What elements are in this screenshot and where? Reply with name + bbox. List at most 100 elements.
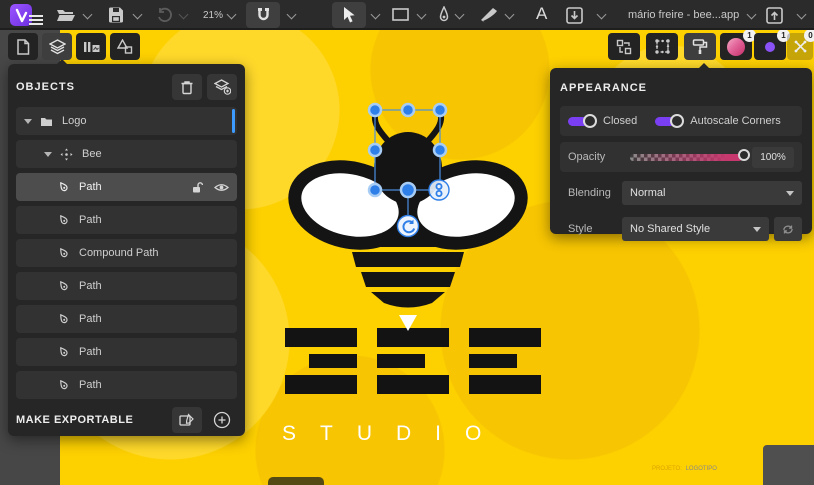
tab-pages[interactable]	[8, 33, 38, 60]
tree-row-compound-path[interactable]: Compound Path	[16, 239, 237, 267]
chevron-down-icon	[753, 227, 761, 232]
open-file-icon[interactable]	[56, 8, 76, 23]
export-icon[interactable]	[766, 7, 783, 24]
sync-style-button[interactable]	[774, 217, 802, 241]
tree-row-path[interactable]: Path	[16, 272, 237, 300]
fill-button[interactable]: 1	[720, 33, 752, 60]
blending-row: Blending Normal	[560, 178, 802, 208]
menu-icon[interactable]	[29, 13, 43, 27]
visibility-eye-icon[interactable]	[214, 182, 229, 193]
bee-stinger	[399, 315, 417, 331]
blending-label: Blending	[560, 187, 622, 199]
select-tool-chevron-icon[interactable]	[372, 11, 379, 18]
tree-row-label: Path	[79, 313, 102, 325]
objects-panel-title: OBJECTS	[16, 81, 167, 93]
document-title[interactable]: mário freire - bee...app	[628, 9, 739, 21]
tree-row-logo[interactable]: Logo	[16, 107, 237, 135]
shared-style-dropdown[interactable]: No Shared Style	[622, 217, 769, 241]
shape-tool-chevron-icon[interactable]	[418, 11, 425, 18]
opacity-slider[interactable]	[630, 154, 742, 161]
path-icon	[58, 247, 70, 260]
add-export-button[interactable]	[207, 407, 237, 433]
tab-artboards[interactable]	[76, 33, 106, 60]
autoscale-corners-toggle[interactable]	[655, 114, 684, 128]
import-chevron-icon[interactable]	[598, 11, 605, 18]
handle-mid-right[interactable]	[434, 144, 446, 156]
handle-bottom-left[interactable]	[369, 184, 381, 196]
document-chevron-icon[interactable]	[748, 11, 755, 18]
collapse-caret-icon[interactable]	[24, 119, 32, 124]
delete-object-button[interactable]	[172, 74, 202, 100]
blending-dropdown[interactable]: Normal	[622, 181, 802, 205]
closed-toggle[interactable]	[568, 114, 597, 128]
handle-top-center[interactable]	[402, 104, 414, 116]
opacity-row: Opacity 100%	[560, 142, 802, 172]
undo-chevron-icon[interactable]	[180, 11, 187, 18]
open-file-chevron-icon[interactable]	[84, 11, 91, 18]
path-icon	[58, 379, 70, 392]
artboards-icon	[83, 40, 100, 54]
rotate-handle[interactable]	[398, 216, 419, 237]
export-chevron-icon[interactable]	[798, 11, 805, 18]
paint-roller-icon	[692, 38, 708, 55]
tree-row-path[interactable]: Path	[16, 305, 237, 333]
snap-magnet-button[interactable]	[246, 2, 280, 28]
points-icon	[654, 38, 671, 55]
layers-icon	[49, 39, 66, 55]
knife-tool-chevron-icon[interactable]	[506, 11, 513, 18]
pen-tool-icon[interactable]	[438, 6, 450, 24]
effects-button[interactable]: 0	[787, 33, 813, 60]
canvas-area[interactable]: STUDIO Lorem Ipsum PROJETO: LOGOTIPO	[0, 30, 814, 485]
add-layer-button[interactable]	[207, 74, 237, 100]
handle-top-right[interactable]	[434, 104, 446, 116]
tree-row-path[interactable]: Path	[16, 338, 237, 366]
corner-link-handle[interactable]	[429, 180, 449, 200]
make-exportable-label: MAKE EXPORTABLE	[16, 414, 167, 426]
opacity-value[interactable]: 100%	[752, 147, 794, 168]
shape-tool-icon[interactable]	[392, 8, 409, 21]
export-slice-button[interactable]	[172, 407, 202, 433]
knife-tool-icon[interactable]	[478, 6, 500, 24]
blending-value: Normal	[630, 187, 665, 199]
snap-chevron-icon[interactable]	[288, 11, 295, 18]
opacity-slider-knob[interactable]	[738, 149, 750, 161]
tree-row-label: Path	[79, 346, 102, 358]
handle-top-left[interactable]	[369, 104, 381, 116]
handle-center[interactable]	[401, 183, 415, 197]
path-points-button[interactable]	[646, 33, 678, 60]
layer-color-indicator	[232, 109, 235, 133]
chevron-down-icon	[786, 191, 794, 196]
pages-icon	[16, 39, 30, 55]
import-icon[interactable]	[566, 7, 583, 24]
zoom-level[interactable]: 21%	[203, 10, 223, 21]
pen-tool-chevron-icon[interactable]	[456, 11, 463, 18]
arrange-icon	[616, 39, 632, 55]
handle-mid-left[interactable]	[369, 144, 381, 156]
fill-color-swatch	[727, 38, 745, 56]
bee-stripe	[371, 292, 445, 308]
tree-row-label: Bee	[82, 148, 102, 160]
tree-row-label: Logo	[62, 115, 86, 127]
tree-row-path[interactable]: Path	[16, 206, 237, 234]
select-tool-button[interactable]	[332, 2, 366, 28]
tab-assets[interactable]	[110, 33, 140, 60]
main-toolbar: 21% A mário freire - bee...app	[0, 0, 814, 30]
zoom-chevron-icon[interactable]	[228, 11, 235, 18]
collapse-caret-icon[interactable]	[44, 152, 52, 157]
arrange-button[interactable]	[608, 33, 640, 60]
undo-icon[interactable]	[156, 7, 172, 23]
tree-row-path[interactable]: Path	[16, 371, 237, 399]
tree-row-bee-group[interactable]: Bee	[16, 140, 237, 168]
border-color-swatch	[765, 42, 775, 52]
save-icon[interactable]	[108, 7, 124, 23]
border-button[interactable]: 1	[754, 33, 786, 60]
path-icon	[58, 280, 70, 293]
sync-icon	[782, 223, 794, 236]
unlock-icon[interactable]	[191, 181, 204, 194]
tree-row-path-selected[interactable]: Path	[16, 173, 237, 201]
style-button[interactable]	[684, 33, 716, 60]
tab-layers[interactable]	[42, 33, 72, 60]
text-tool-icon[interactable]: A	[536, 4, 547, 24]
save-chevron-icon[interactable]	[134, 11, 141, 18]
autoscale-label: Autoscale Corners	[690, 115, 781, 127]
